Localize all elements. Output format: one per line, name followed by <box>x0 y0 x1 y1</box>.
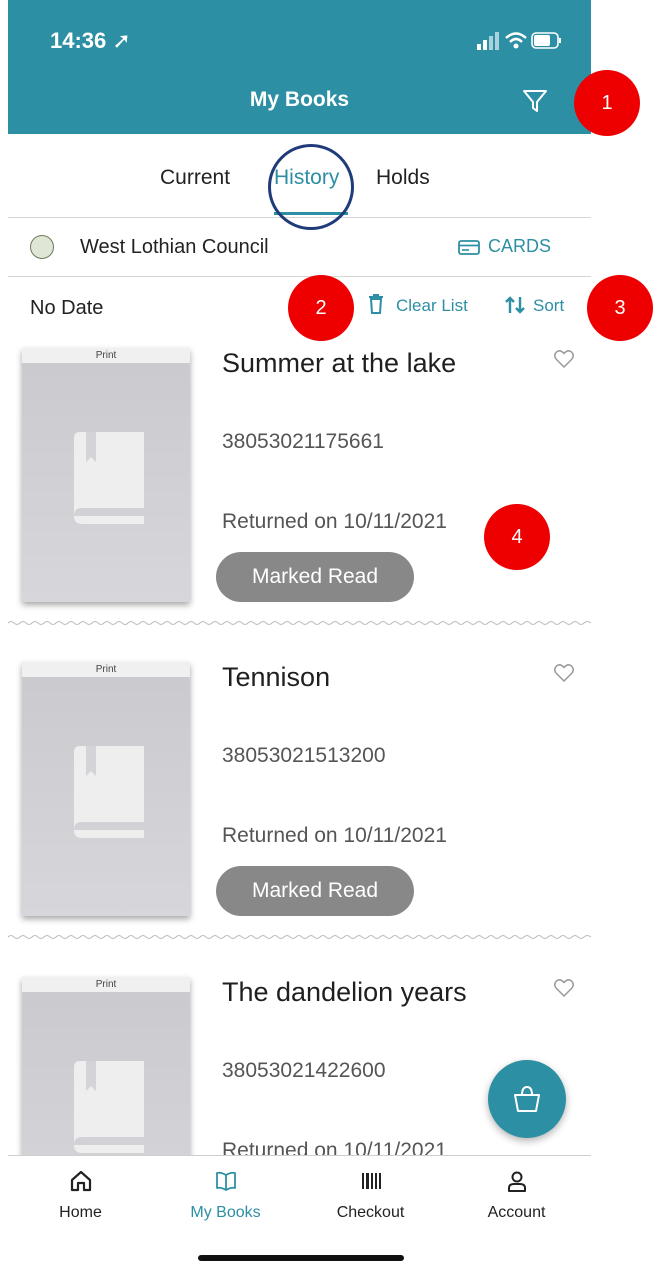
home-indicator <box>198 1255 404 1261</box>
heart-icon[interactable] <box>554 664 574 682</box>
book-item[interactable]: Print Summer at the lake 38053021175661 … <box>8 334 591 646</box>
trash-icon[interactable] <box>368 294 384 314</box>
cards-button[interactable]: CARDS <box>488 236 551 257</box>
annotation-marker: 2 <box>288 275 354 341</box>
nav-label: Checkout <box>336 1204 405 1221</box>
book-barcode: 38053021175661 <box>222 430 384 453</box>
heart-icon[interactable] <box>554 979 574 997</box>
filter-icon[interactable] <box>520 86 550 116</box>
book-title[interactable]: Summer at the lake <box>222 348 456 379</box>
tab-holds[interactable]: Holds <box>376 166 430 190</box>
library-name: West Lothian Council <box>80 236 269 258</box>
clear-list-button[interactable]: Clear List <box>396 296 468 316</box>
bottom-nav: Home My Books Checkout Account <box>8 1155 591 1266</box>
nav-label: Account <box>487 1204 546 1221</box>
returned-date: Returned on 10/11/2021 <box>222 510 447 533</box>
returned-date: Returned on 10/11/2021 <box>222 824 447 847</box>
annotation-marker: 1 <box>574 70 640 136</box>
app-header: 14:36 ➚ My Books <box>8 0 591 134</box>
basket-icon <box>514 1085 540 1112</box>
history-tab-highlight-ring <box>268 144 354 230</box>
date-group-label: No Date <box>30 297 104 319</box>
book-icon <box>74 432 144 524</box>
status-time: 14:36 ➚ <box>50 28 131 53</box>
status-icons <box>477 32 561 50</box>
basket-button[interactable] <box>488 1060 566 1138</box>
tab-current[interactable]: Current <box>160 166 230 190</box>
format-label: Print <box>22 662 190 677</box>
book-icon <box>74 746 144 838</box>
nav-label: Home <box>59 1204 102 1221</box>
book-icon <box>74 1061 144 1153</box>
library-logo-icon <box>30 235 54 259</box>
page-title: My Books <box>249 88 350 111</box>
heart-icon[interactable] <box>554 350 574 368</box>
nav-label: My Books <box>190 1204 261 1221</box>
nav-checkout[interactable]: Checkout <box>298 1156 443 1236</box>
book-barcode: 38053021422600 <box>222 1059 386 1082</box>
item-divider <box>8 621 591 625</box>
book-item[interactable]: Print Tennison 38053021513200 Returned o… <box>8 648 591 960</box>
annotation-marker: 4 <box>484 504 550 570</box>
nav-account[interactable]: Account <box>444 1156 589 1236</box>
book-cover[interactable]: Print <box>22 348 190 602</box>
nav-home[interactable]: Home <box>8 1156 153 1236</box>
open-book-icon <box>216 1171 236 1191</box>
book-cover[interactable]: Print <box>22 662 190 916</box>
item-divider <box>8 935 591 939</box>
annotation-marker: 3 <box>587 275 653 341</box>
book-title[interactable]: The dandelion years <box>222 977 467 1008</box>
book-title[interactable]: Tennison <box>222 662 330 693</box>
marked-read-badge[interactable]: Marked Read <box>216 866 414 916</box>
nav-my-books[interactable]: My Books <box>153 1156 298 1236</box>
sort-icon[interactable] <box>504 296 526 314</box>
user-icon <box>508 1171 526 1192</box>
format-label: Print <box>22 348 190 363</box>
format-label: Print <box>22 977 190 992</box>
marked-read-badge[interactable]: Marked Read <box>216 552 414 602</box>
barcode-icon <box>362 1173 381 1189</box>
home-icon <box>70 1170 92 1192</box>
book-barcode: 38053021513200 <box>222 744 386 767</box>
sort-button[interactable]: Sort <box>533 296 564 316</box>
card-icon[interactable] <box>458 240 480 255</box>
